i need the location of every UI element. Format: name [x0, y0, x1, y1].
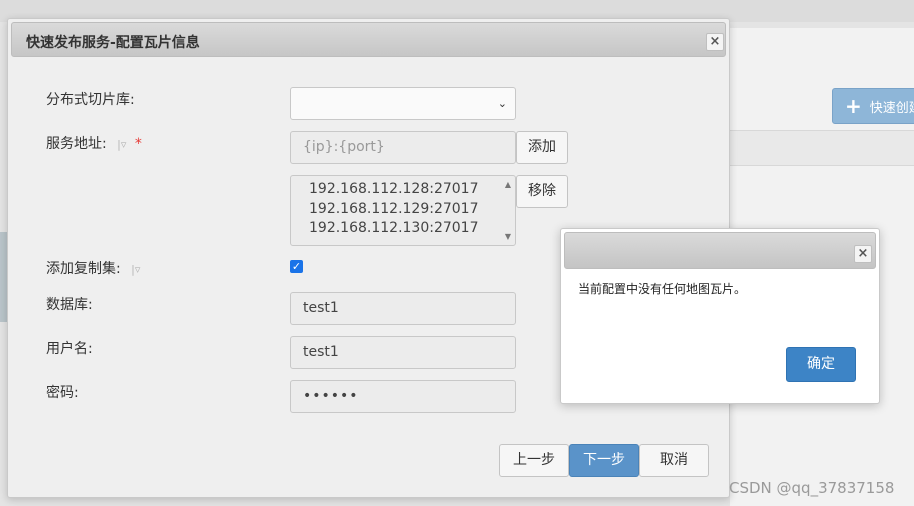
database-label: 数据库:: [46, 297, 93, 313]
cancel-button[interactable]: 取消: [639, 444, 709, 477]
prev-step-button[interactable]: 上一步: [499, 444, 569, 477]
tile-store-label: 分布式切片库:: [46, 92, 135, 108]
dialog-close-button[interactable]: ×: [706, 33, 724, 51]
password-label: 密码:: [46, 385, 79, 401]
required-mark: *: [134, 136, 142, 152]
replica-set-checkbox[interactable]: ✓: [290, 260, 303, 273]
address-listbox[interactable]: 192.168.112.128:27017 192.168.112.129:27…: [290, 175, 516, 246]
password-input[interactable]: ••••••: [290, 380, 516, 413]
plus-icon: +: [845, 94, 862, 118]
alert-dialog: × 当前配置中没有任何地图瓦片。 确定: [560, 228, 880, 404]
alert-header[interactable]: ×: [564, 232, 876, 269]
scroll-up-icon[interactable]: ▲: [505, 180, 511, 189]
confirm-button[interactable]: 确定: [786, 347, 856, 382]
username-input[interactable]: test1: [290, 336, 516, 369]
alert-close-button[interactable]: ×: [854, 245, 872, 263]
background-left-image: [0, 232, 7, 322]
username-label: 用户名:: [46, 341, 93, 357]
dialog-header[interactable]: 快速发布服务-配置瓦片信息 ×: [11, 22, 726, 57]
replica-set-label-group: 添加复制集: |▿: [46, 258, 140, 278]
background-table-header: [730, 130, 914, 166]
service-address-input[interactable]: {ip}:{port}: [290, 131, 516, 164]
service-address-label-group: 服务地址: |▿ *: [46, 133, 142, 153]
help-hint-icon[interactable]: |▿: [131, 263, 140, 276]
quick-create-button[interactable]: + 快速创建: [832, 88, 914, 124]
help-hint-icon[interactable]: |▿: [117, 138, 126, 151]
dialog-title: 快速发布服务-配置瓦片信息: [26, 35, 200, 51]
service-address-label: 服务地址:: [46, 136, 107, 152]
address-list-item[interactable]: 192.168.112.130:27017: [309, 219, 479, 239]
replica-set-label: 添加复制集:: [46, 261, 121, 277]
scroll-down-icon[interactable]: ▼: [505, 232, 511, 241]
next-step-button[interactable]: 下一步: [569, 444, 639, 477]
remove-address-button[interactable]: 移除: [516, 175, 568, 208]
add-address-button[interactable]: 添加: [516, 131, 568, 164]
alert-message: 当前配置中没有任何地图瓦片。: [578, 282, 747, 296]
quick-create-label: 快速创建: [869, 100, 914, 116]
watermark: CSDN @qq_37837158: [729, 479, 895, 497]
address-list-item[interactable]: 192.168.112.128:27017: [309, 180, 479, 200]
tile-store-select[interactable]: ⌄: [290, 87, 516, 120]
address-list: 192.168.112.128:27017 192.168.112.129:27…: [309, 180, 479, 239]
database-input[interactable]: test1: [290, 292, 516, 325]
chevron-down-icon: ⌄: [497, 97, 507, 110]
address-list-item[interactable]: 192.168.112.129:27017: [309, 200, 479, 220]
